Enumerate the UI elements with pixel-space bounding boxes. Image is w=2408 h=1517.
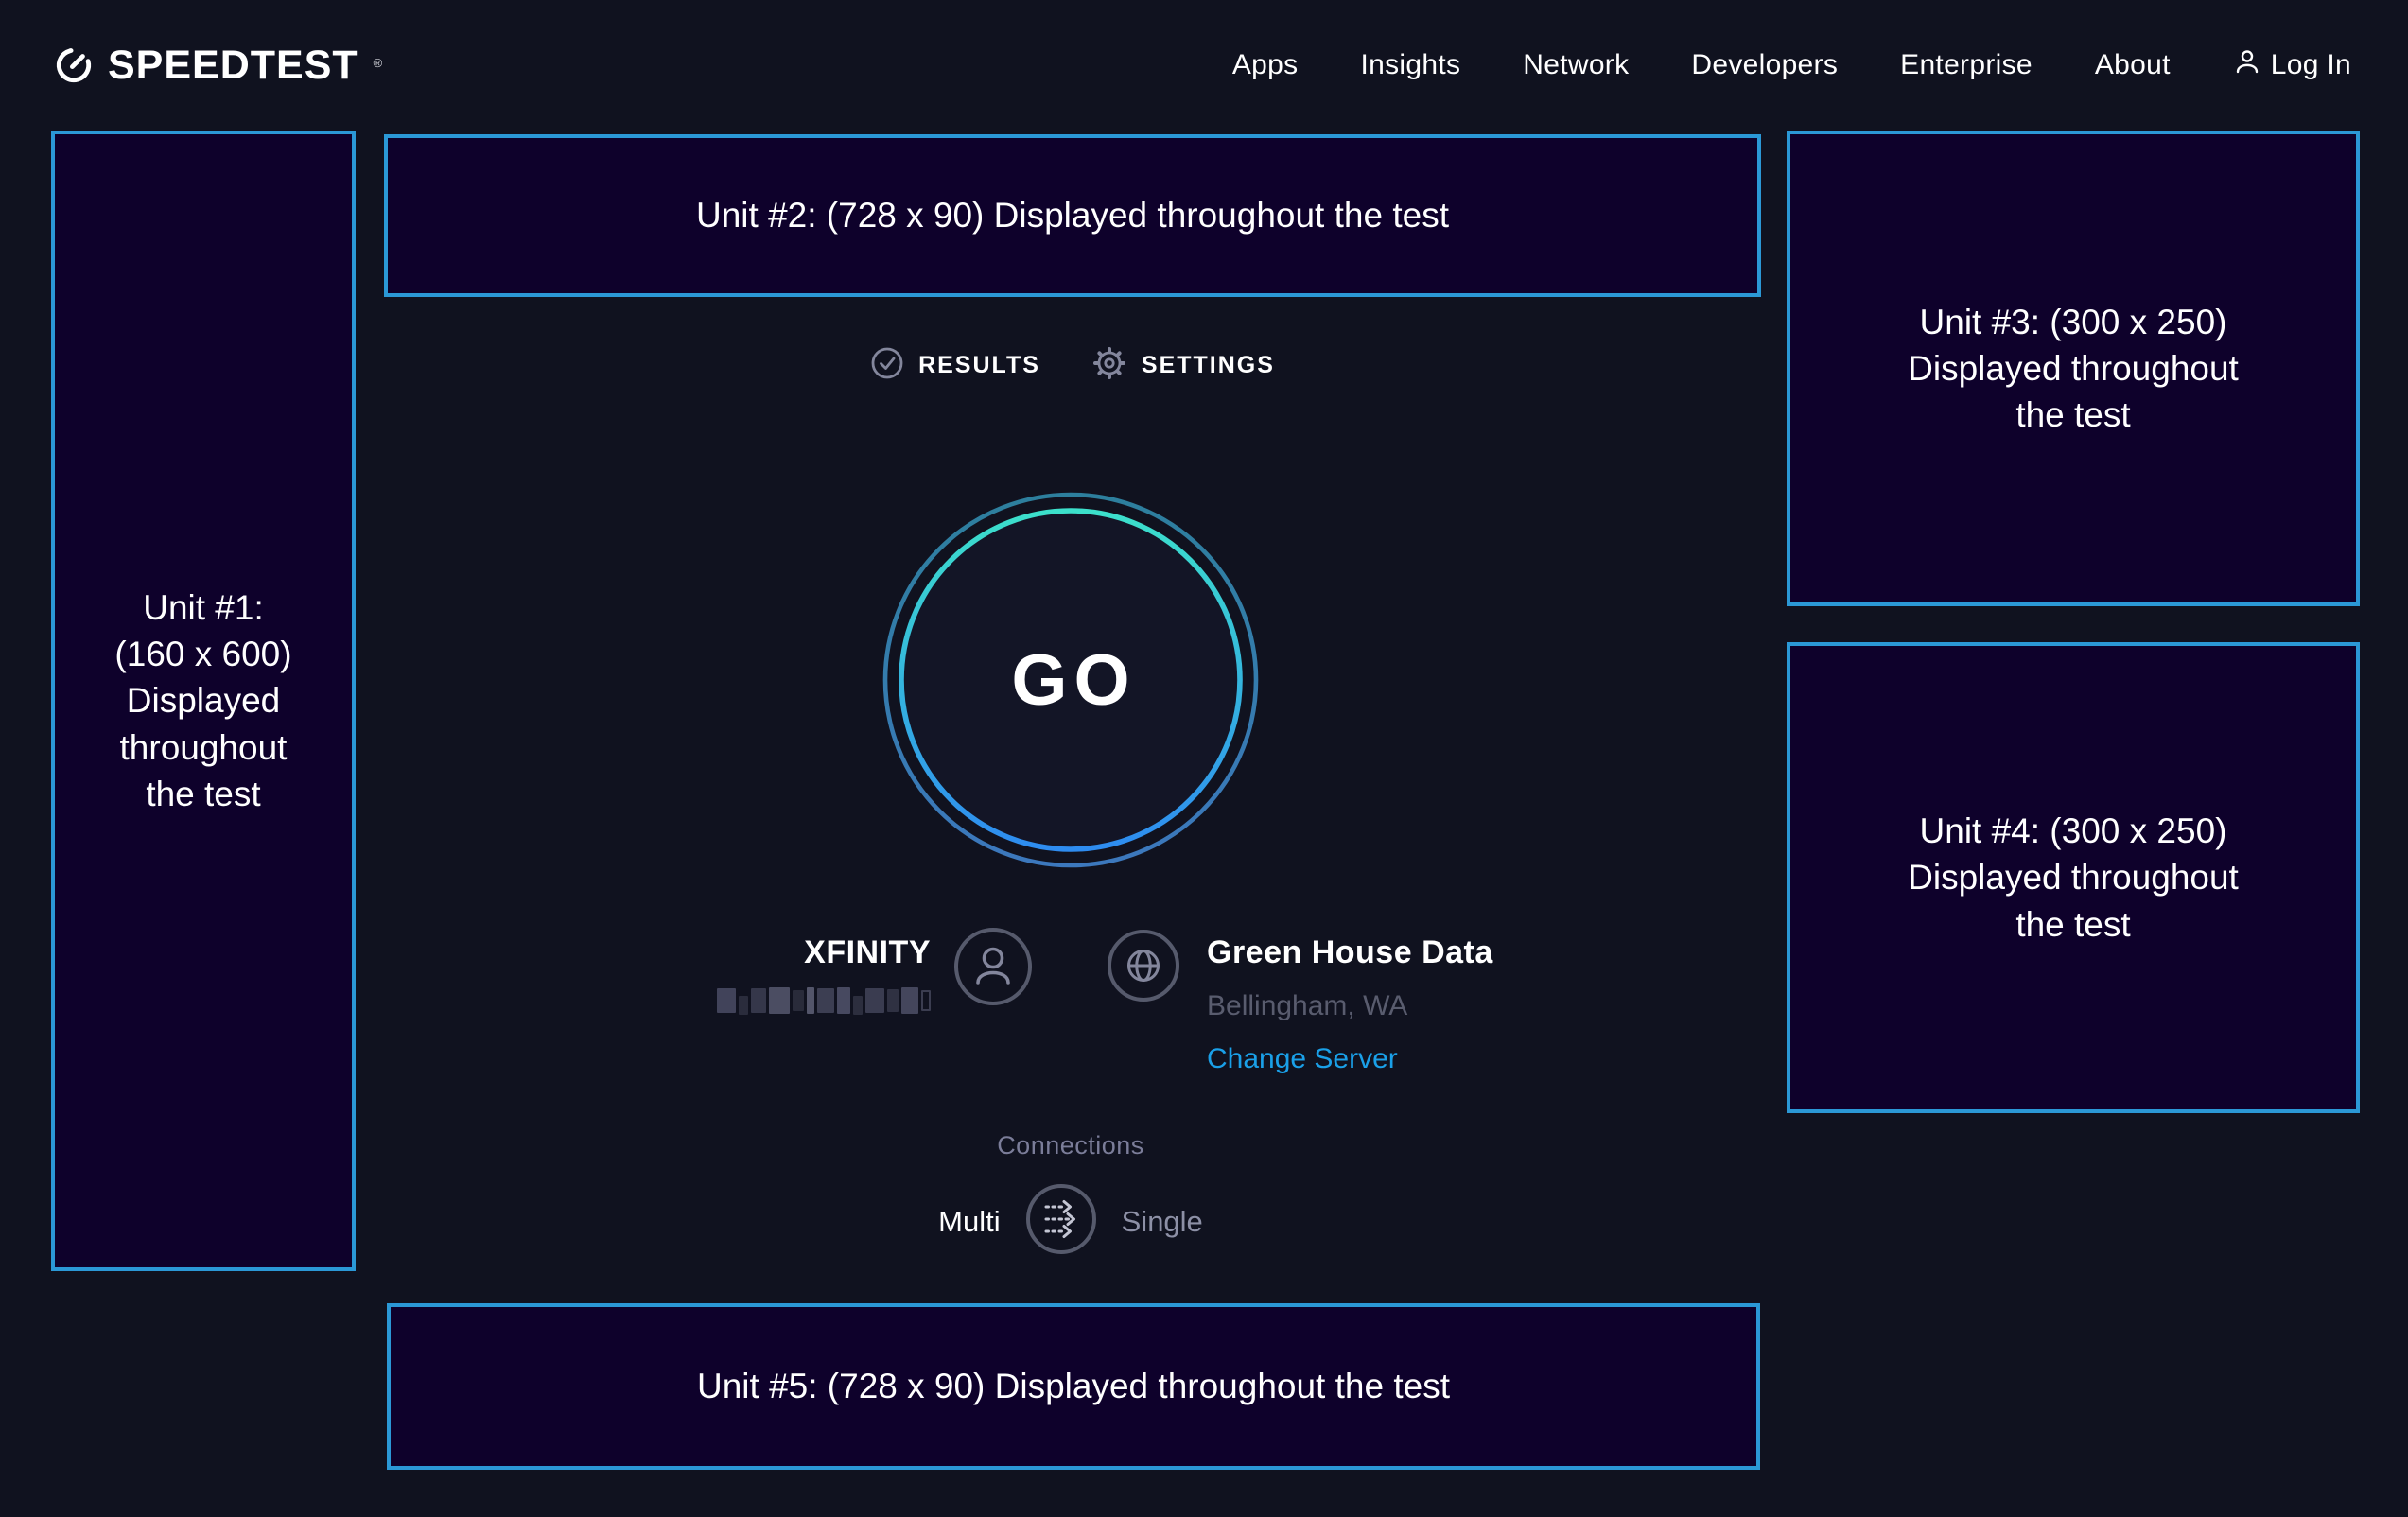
main-nav: Apps Insights Network Developers Enterpr… [1232,47,2351,83]
login-label: Log In [2271,49,2351,81]
user-icon [2233,47,2261,83]
ad-unit-2[interactable]: Unit #2: (728 x 90) Displayed throughout… [384,134,1761,297]
go-button[interactable]: GO [872,481,1269,879]
isp-user-icon[interactable] [953,927,1033,1011]
server-location: Bellingham, WA [1207,990,1493,1022]
change-server-link[interactable]: Change Server [1207,1043,1493,1075]
speedtest-logo[interactable]: SPEEDTEST ® [53,43,382,89]
nav-item-enterprise[interactable]: Enterprise [1900,49,2033,81]
isp-name: XFINITY [804,934,931,971]
nav-item-apps[interactable]: Apps [1232,49,1299,81]
server-info: Green House Data Bellingham, WA Change S… [1107,929,1493,1075]
tab-results-label: RESULTS [918,352,1040,379]
nav-item-about[interactable]: About [2095,49,2171,81]
nav-item-insights[interactable]: Insights [1360,49,1460,81]
top-nav-bar: SPEEDTEST ® Apps Insights Network Develo… [0,0,2408,131]
login-button[interactable]: Log In [2233,47,2351,83]
ad-unit-3-text: Unit #3: (300 x 250) Displayed throughou… [1908,299,2239,439]
gear-icon [1091,345,1127,386]
tab-results[interactable]: RESULTS [870,346,1040,385]
connections-section: Connections Multi Single [881,1131,1260,1260]
nav-item-developers[interactable]: Developers [1691,49,1838,81]
go-button-label: GO [872,481,1269,879]
globe-icon[interactable] [1107,929,1180,1007]
ad-unit-4[interactable]: Unit #4: (300 x 250) Displayed throughou… [1787,642,2360,1113]
logo-wordmark: SPEEDTEST [108,43,358,89]
connection-toggle-icon[interactable] [1025,1183,1097,1260]
ad-unit-1-text: Unit #1: (160 x 600) Displayed throughou… [114,584,291,817]
check-circle-icon [870,346,904,385]
ad-unit-2-text: Unit #2: (728 x 90) Displayed throughout… [696,192,1449,238]
tab-settings[interactable]: SETTINGS [1091,345,1275,386]
speedometer-gauge-icon [53,44,95,86]
ad-unit-3[interactable]: Unit #3: (300 x 250) Displayed throughou… [1787,131,2360,606]
isp-info: XFINITY [681,927,1033,1015]
connection-mode-multi[interactable]: Multi [938,1205,1000,1239]
ad-unit-5[interactable]: Unit #5: (728 x 90) Displayed throughout… [387,1303,1760,1470]
results-settings-tabs: RESULTS SETTINGS [836,342,1309,388]
connections-label: Connections [997,1131,1144,1160]
logo-trademark: ® [374,56,383,70]
server-name: Green House Data [1207,934,1493,971]
ad-unit-5-text: Unit #5: (728 x 90) Displayed throughout… [697,1363,1450,1409]
connection-mode-single[interactable]: Single [1122,1205,1203,1239]
nav-item-network[interactable]: Network [1523,49,1629,81]
ad-unit-1[interactable]: Unit #1: (160 x 600) Displayed throughou… [51,131,356,1271]
ad-unit-4-text: Unit #4: (300 x 250) Displayed throughou… [1908,808,2239,948]
tab-settings-label: SETTINGS [1142,352,1275,379]
isp-redacted-address [717,986,931,1015]
